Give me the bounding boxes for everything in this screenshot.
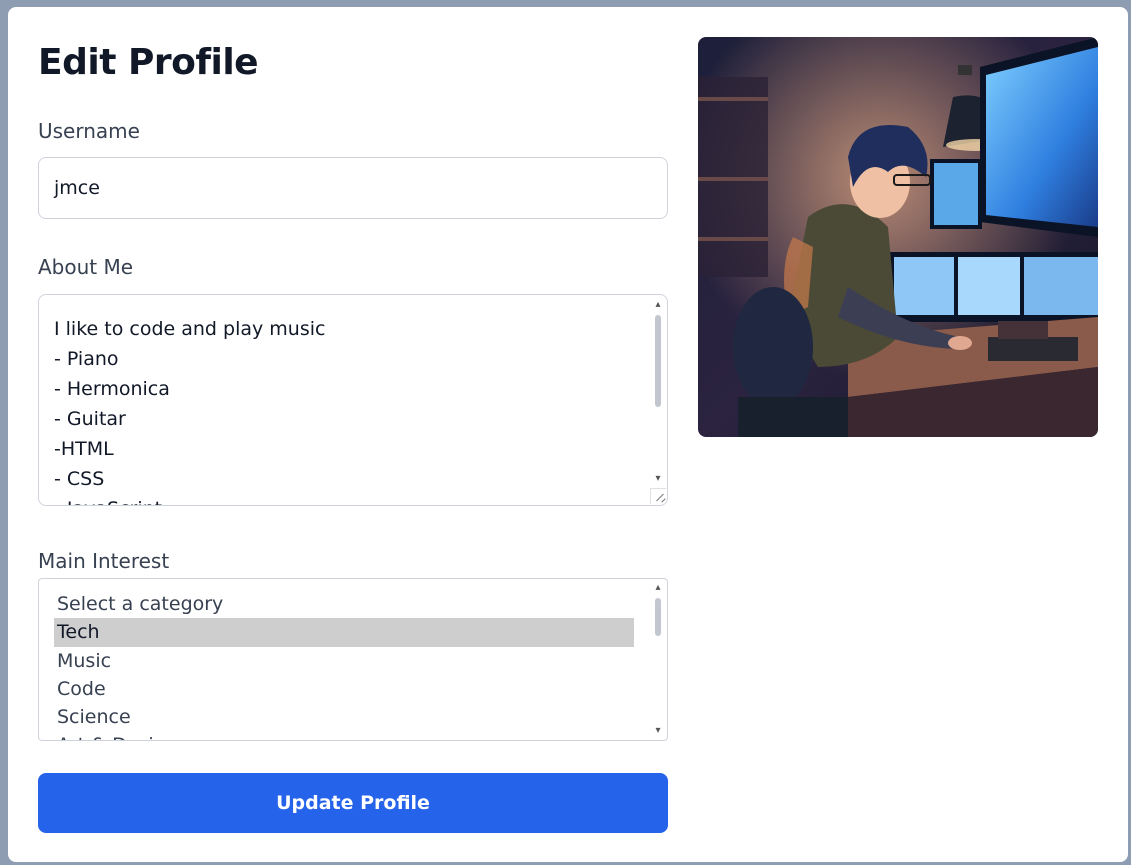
about-me-label: About Me: [38, 255, 134, 279]
scroll-up-arrow-icon[interactable]: ▴: [651, 299, 665, 311]
about-me-scrollbar[interactable]: ▴ ▾: [651, 297, 665, 487]
option-science[interactable]: Science: [54, 703, 634, 732]
username-input[interactable]: jmce: [38, 157, 668, 219]
scroll-thumb[interactable]: [655, 598, 661, 636]
scroll-down-arrow-icon[interactable]: ▾: [651, 725, 665, 737]
profile-card: Edit Profile Username jmce About Me I li…: [8, 7, 1128, 862]
scroll-up-arrow-icon[interactable]: ▴: [651, 582, 665, 594]
page-title: Edit Profile: [38, 42, 259, 83]
profile-photo: [698, 37, 1098, 437]
scroll-down-arrow-icon[interactable]: ▾: [651, 473, 665, 485]
option-art-design[interactable]: Art & Design: [54, 731, 634, 740]
username-value: jmce: [54, 177, 100, 199]
resize-grip-icon[interactable]: [650, 488, 666, 504]
interest-scrollbar[interactable]: ▴ ▾: [651, 581, 665, 739]
update-profile-button[interactable]: Update Profile: [38, 773, 668, 833]
main-interest-select[interactable]: Select a category Tech Music Code Scienc…: [38, 578, 668, 741]
about-me-textarea[interactable]: I like to code and play music - Piano - …: [38, 294, 668, 506]
about-me-text: I like to code and play music - Piano - …: [54, 318, 326, 505]
option-code[interactable]: Code: [54, 675, 634, 704]
option-music[interactable]: Music: [54, 647, 634, 676]
profile-illustration: [698, 37, 1098, 437]
main-interest-label: Main Interest: [38, 549, 170, 573]
username-label: Username: [38, 119, 140, 143]
option-tech[interactable]: Tech: [54, 618, 634, 647]
scroll-thumb[interactable]: [655, 315, 661, 407]
option-select-a-category[interactable]: Select a category: [54, 590, 634, 619]
